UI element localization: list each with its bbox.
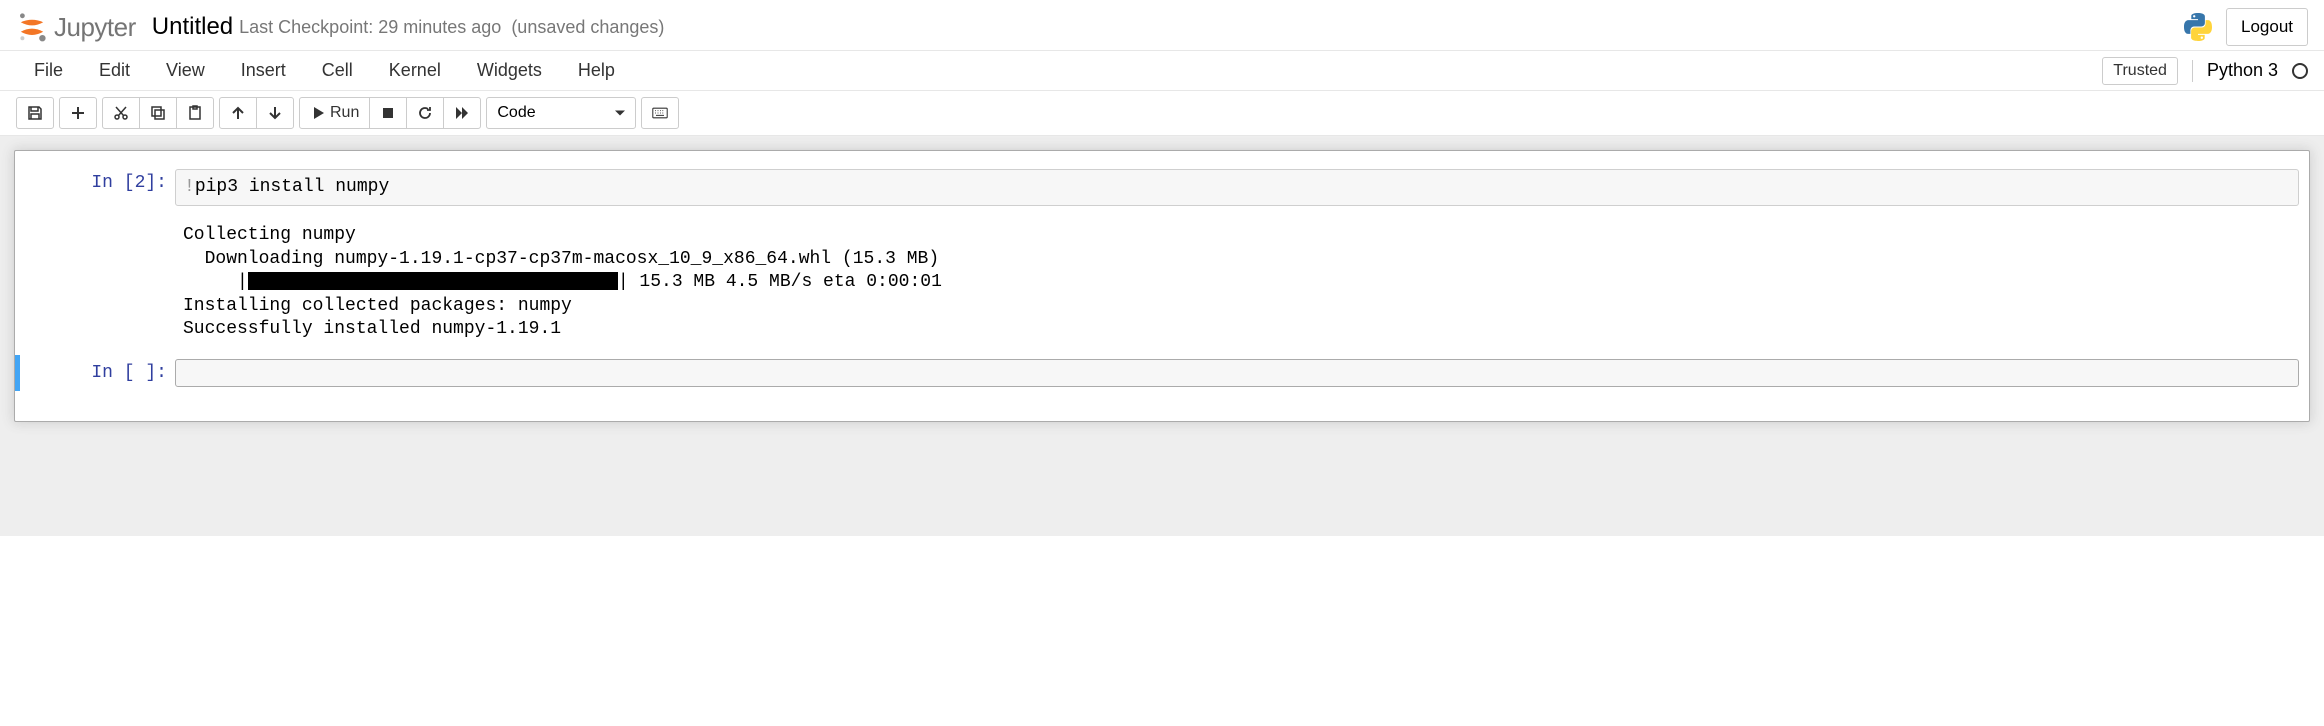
jupyter-logo[interactable]: Jupyter — [16, 11, 136, 43]
add-cell-button[interactable] — [59, 97, 97, 129]
copy-icon — [150, 105, 166, 121]
stop-icon — [380, 105, 396, 121]
menu-insert[interactable]: Insert — [223, 52, 304, 89]
jupyter-icon — [16, 11, 48, 43]
toolbar: Run Code — [0, 91, 2324, 136]
fast-forward-icon — [454, 105, 470, 121]
restart-button[interactable] — [406, 97, 444, 129]
output-line: Installing collected packages: numpy — [183, 296, 572, 316]
menubar: File Edit View Insert Cell Kernel Widget… — [0, 51, 2324, 91]
checkpoint-status: Last Checkpoint: 29 minutes ago — [239, 17, 501, 38]
interrupt-button[interactable] — [369, 97, 407, 129]
code-text: pip3 install numpy — [195, 177, 389, 197]
output-line: | — [183, 272, 248, 292]
output-line: Collecting numpy — [183, 225, 356, 245]
kernel-status-icon — [2292, 63, 2308, 79]
kernel-name[interactable]: Python 3 — [2207, 60, 2278, 81]
unsaved-status: (unsaved changes) — [511, 17, 664, 38]
notebook-area: In [2]: !pip3 install numpy Collecting n… — [0, 136, 2324, 536]
menu-file[interactable]: File — [16, 52, 81, 89]
restart-run-all-button[interactable] — [443, 97, 481, 129]
celltype-dropdown[interactable]: Code — [486, 97, 636, 129]
celltype-value: Code — [497, 104, 535, 122]
save-icon — [27, 105, 43, 121]
menu-help[interactable]: Help — [560, 52, 633, 89]
code-cell[interactable]: In [ ]: — [15, 355, 2309, 391]
arrow-up-icon — [230, 105, 246, 121]
keyboard-icon — [652, 105, 668, 121]
header: Jupyter Untitled Last Checkpoint: 29 min… — [0, 0, 2324, 51]
cut-button[interactable] — [102, 97, 140, 129]
command-palette-button[interactable] — [641, 97, 679, 129]
input-prompt: In [ ]: — [25, 359, 175, 387]
menu-edit[interactable]: Edit — [81, 52, 148, 89]
shell-prefix: ! — [184, 177, 195, 197]
code-input[interactable]: !pip3 install numpy — [175, 169, 2299, 206]
input-prompt: In [2]: — [25, 169, 175, 206]
menu-view[interactable]: View — [148, 52, 223, 89]
copy-button[interactable] — [139, 97, 177, 129]
cell-output: Collecting numpy Downloading numpy-1.19.… — [175, 220, 2299, 345]
progress-bar — [248, 272, 618, 290]
run-label: Run — [330, 104, 359, 122]
move-down-button[interactable] — [256, 97, 294, 129]
menu-kernel[interactable]: Kernel — [371, 52, 459, 89]
move-up-button[interactable] — [219, 97, 257, 129]
paste-icon — [187, 105, 203, 121]
save-button[interactable] — [16, 97, 54, 129]
notebook-container: In [2]: !pip3 install numpy Collecting n… — [14, 150, 2310, 422]
menu-widgets[interactable]: Widgets — [459, 52, 560, 89]
restart-icon — [417, 105, 433, 121]
cut-icon — [113, 105, 129, 121]
arrow-down-icon — [267, 105, 283, 121]
paste-button[interactable] — [176, 97, 214, 129]
menu-cell[interactable]: Cell — [304, 52, 371, 89]
output-line: Downloading numpy-1.19.1-cp37-cp37m-maco… — [183, 249, 939, 269]
output-line: Successfully installed numpy-1.19.1 — [183, 319, 561, 339]
notebook-title[interactable]: Untitled — [152, 13, 233, 41]
output-cell: Collecting numpy Downloading numpy-1.19.… — [15, 216, 2309, 349]
run-button[interactable]: Run — [299, 97, 370, 129]
python-icon — [2182, 11, 2214, 43]
output-prompt — [25, 220, 175, 345]
trusted-indicator[interactable]: Trusted — [2102, 57, 2178, 85]
plus-icon — [70, 105, 86, 121]
logout-button[interactable]: Logout — [2226, 8, 2308, 46]
jupyter-logo-text: Jupyter — [54, 12, 136, 43]
output-line: | 15.3 MB 4.5 MB/s eta 0:00:01 — [618, 272, 942, 292]
code-input[interactable] — [175, 359, 2299, 387]
separator — [2192, 60, 2193, 82]
play-icon — [310, 105, 326, 121]
code-cell[interactable]: In [2]: !pip3 install numpy — [15, 165, 2309, 210]
